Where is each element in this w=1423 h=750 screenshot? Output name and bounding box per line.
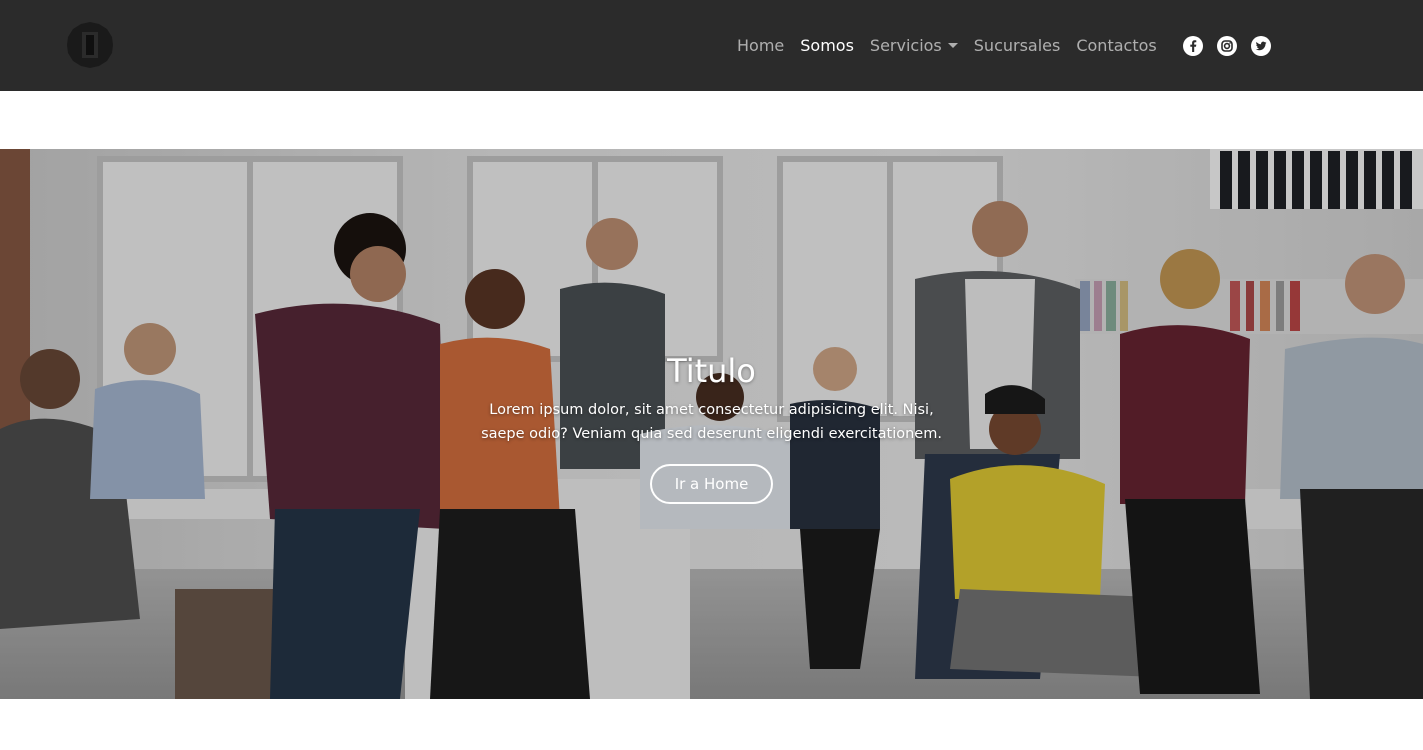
ir-a-home-button[interactable]: Ir a Home: [650, 464, 773, 504]
nav-servicios-label: Servicios: [869, 36, 942, 55]
instagram-icon[interactable]: [1216, 35, 1237, 56]
nav-home[interactable]: Home: [729, 36, 792, 55]
hero-text: Lorem ipsum dolor, sit amet consectetur …: [481, 402, 942, 442]
nav-sucursales[interactable]: Sucursales: [966, 36, 1069, 55]
facebook-icon[interactable]: [1182, 35, 1203, 56]
caret-down-icon: [947, 43, 958, 48]
nav-contactos[interactable]: Contactos: [1068, 36, 1164, 55]
nav-somos[interactable]: Somos: [792, 36, 862, 55]
main-nav: Home Somos Servicios Sucursales Contacto…: [729, 0, 1271, 91]
octagon-logo-icon[interactable]: [66, 21, 114, 69]
social-links: [1169, 35, 1271, 56]
hero-carousel: Titulo Lorem ipsum dolor, sit amet conse…: [0, 149, 1423, 699]
twitter-icon[interactable]: [1250, 35, 1271, 56]
hero-title: Titulo: [667, 352, 756, 390]
nav-servicios-dropdown[interactable]: Servicios: [862, 36, 966, 55]
hero-caption: Titulo Lorem ipsum dolor, sit amet conse…: [0, 352, 1423, 504]
navbar: Home Somos Servicios Sucursales Contacto…: [0, 0, 1423, 91]
